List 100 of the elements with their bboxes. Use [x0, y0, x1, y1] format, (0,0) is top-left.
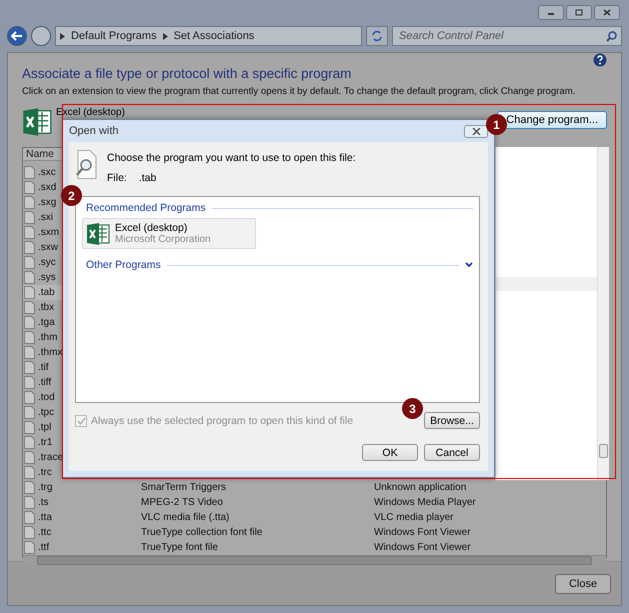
file-icon	[24, 421, 35, 434]
close-icon	[472, 128, 480, 134]
file-icon	[24, 346, 35, 359]
address-bar[interactable]: Default Programs Set Associations	[55, 26, 362, 46]
file-icon	[24, 256, 35, 269]
program-cell: Unknown application	[374, 482, 466, 493]
browse-button[interactable]: Browse...	[424, 412, 480, 429]
extension-cell[interactable]: .sxi	[38, 212, 53, 223]
description-cell: MPEG-2 TS Video	[141, 497, 223, 508]
back-arrow-icon	[11, 31, 23, 41]
close-icon	[602, 8, 612, 16]
file-icon	[24, 466, 35, 479]
extension-cell[interactable]: .tr1	[38, 437, 52, 448]
file-name: .tab	[138, 172, 156, 184]
search-input[interactable]: Search Control Panel	[397, 29, 606, 43]
refresh-button[interactable]	[366, 26, 388, 46]
program-cell: Windows Font Viewer	[374, 542, 471, 553]
help-icon[interactable]	[593, 53, 607, 67]
vertical-scrollbar[interactable]	[597, 147, 609, 480]
cancel-button[interactable]: Cancel	[424, 444, 480, 461]
file-icon	[24, 226, 35, 239]
file-icon	[24, 286, 35, 299]
chevron-icon[interactable]	[465, 262, 473, 268]
file-icon	[24, 181, 35, 194]
extension-cell[interactable]: .sxc	[38, 167, 56, 178]
extension-cell[interactable]: .sys	[38, 272, 56, 283]
extension-cell[interactable]: .ttc	[38, 527, 52, 538]
extension-cell[interactable]: .thmx	[38, 347, 62, 358]
extension-cell[interactable]: .tga	[38, 317, 55, 328]
group-heading: Recommended Programs	[86, 202, 206, 214]
horizontal-scrollbar[interactable]	[23, 555, 606, 565]
group-heading[interactable]: Other Programs	[86, 259, 161, 271]
program-cell: VLC media player	[374, 512, 454, 523]
program-cell: Windows Font Viewer	[374, 527, 471, 538]
extension-cell[interactable]: .tod	[38, 392, 55, 403]
file-icon	[24, 376, 35, 389]
ok-button[interactable]: OK	[362, 444, 418, 461]
extension-cell[interactable]: .tta	[38, 512, 52, 523]
refresh-icon	[371, 30, 383, 42]
description-cell: TrueType collection font file	[141, 527, 262, 538]
file-icon	[24, 196, 35, 209]
search-field[interactable]: Search Control Panel	[392, 26, 622, 46]
file-icon	[24, 391, 35, 404]
file-icon	[24, 316, 35, 329]
back-button[interactable]	[7, 26, 27, 46]
extension-cell[interactable]: .tpc	[38, 407, 54, 418]
file-icon	[24, 496, 35, 509]
close-button[interactable]: Close	[555, 574, 611, 594]
program-cell: Windows Media Player	[374, 497, 476, 508]
extension-cell[interactable]: .tab	[38, 287, 55, 298]
extension-cell[interactable]: .trc	[38, 467, 52, 478]
excel-icon	[86, 222, 110, 246]
description-cell: VLC media file (.tta)	[141, 512, 230, 523]
extension-cell[interactable]: .tif	[38, 362, 49, 373]
search-icon	[606, 30, 617, 42]
extension-cell[interactable]: .trg	[38, 482, 52, 493]
program-publisher: Microsoft Corporation	[115, 234, 211, 245]
file-icon	[24, 526, 35, 539]
extension-cell[interactable]: .sxw	[38, 242, 58, 253]
description-cell: SmarTerm Triggers	[141, 482, 226, 493]
file-icon	[24, 541, 35, 554]
extension-cell[interactable]: .sxd	[38, 182, 56, 193]
minimize-button[interactable]	[538, 4, 564, 20]
file-icon	[24, 271, 35, 284]
file-icon	[24, 301, 35, 314]
extension-cell[interactable]: .sxm	[38, 227, 60, 238]
file-icon	[24, 166, 35, 179]
arrow-icon	[162, 32, 168, 40]
arrow-icon	[60, 32, 65, 40]
maximize-button[interactable]	[566, 4, 592, 20]
file-icon	[24, 406, 35, 419]
magnifier-document-icon	[75, 150, 97, 180]
extension-cell[interactable]: .ts	[38, 497, 49, 508]
file-icon	[24, 361, 35, 374]
checkbox-label: Always use the selected program to open this kind of file	[91, 414, 354, 426]
page-description: Click on an extension to view the program that currently opens it by default. To change the default program, click Change program.	[22, 86, 576, 98]
program-tile[interactable]: Excel (desktop) Microsoft Corporation	[82, 218, 256, 249]
forward-button[interactable]	[31, 26, 51, 46]
file-icon	[24, 331, 35, 344]
file-icon	[24, 436, 35, 449]
excel-icon	[22, 107, 52, 137]
file-icon	[24, 511, 35, 524]
description-cell: TrueType font file	[141, 542, 218, 553]
extension-cell[interactable]: .tiff	[38, 377, 52, 388]
extension-cell[interactable]: .sxg	[38, 197, 56, 208]
extension-cell[interactable]: .ttf	[38, 542, 50, 553]
breadcrumb[interactable]: Set Associations	[174, 30, 254, 42]
extension-cell[interactable]: .thm	[38, 332, 58, 343]
extension-cell[interactable]: .syc	[38, 257, 56, 268]
dialog-prompt: Choose the program you want to use to open this file:	[107, 152, 356, 164]
extension-cell[interactable]: .trace	[38, 452, 64, 463]
extension-cell[interactable]: .tbx	[38, 302, 54, 313]
file-label: File:	[107, 172, 127, 184]
program-name: Excel (desktop)	[115, 222, 188, 234]
dialog-close-button[interactable]	[464, 124, 488, 138]
close-button[interactable]	[594, 4, 620, 20]
extension-cell[interactable]: .tpl	[38, 422, 52, 433]
breadcrumb[interactable]: Default Programs	[71, 30, 157, 42]
maximize-icon	[574, 8, 584, 16]
dialog-title: Open with	[69, 125, 119, 137]
